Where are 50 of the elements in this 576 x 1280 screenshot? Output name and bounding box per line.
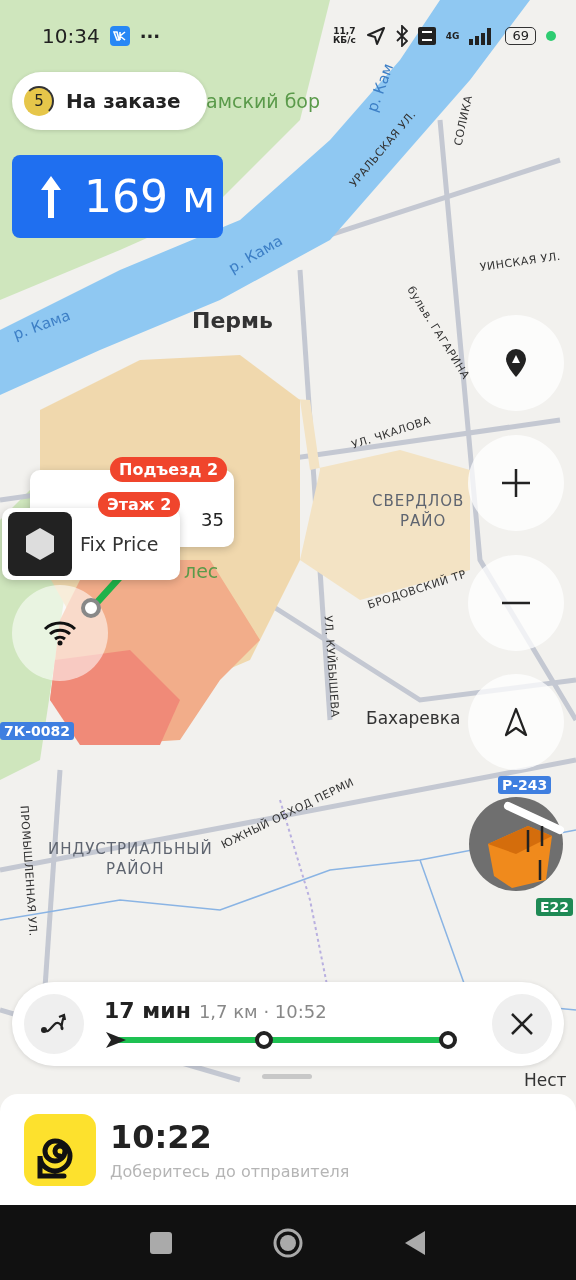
map-label: р. Кама	[226, 233, 286, 276]
map-label: Е22	[536, 898, 574, 916]
map-label: амский бор	[206, 92, 321, 111]
map-label: Пермь	[192, 310, 273, 332]
order-status-label: На заказе	[66, 89, 181, 113]
map-label: 7К-0082	[0, 722, 74, 740]
sheet-handle[interactable]	[262, 1074, 312, 1079]
more-notifications: ···	[139, 25, 161, 47]
map-label: Р-243	[498, 776, 552, 794]
close-icon	[510, 1012, 534, 1036]
minus-icon	[501, 601, 531, 605]
task-time: 10:22	[110, 1118, 213, 1156]
route-options-button[interactable]	[24, 994, 84, 1054]
bluetooth-icon	[395, 25, 408, 47]
map-label: СВЕРДЛОВ	[372, 494, 465, 509]
map-label: ПРОМЫШЛЕННАЯ УЛ.	[18, 805, 39, 937]
map-label: УЛ. КУЙБЫШЕВА	[322, 615, 341, 718]
maneuver-distance: 169 м	[84, 171, 216, 222]
entrance-tag: Этаж 2	[98, 492, 181, 517]
network-type: 4G	[445, 31, 460, 41]
recents-button[interactable]	[149, 1230, 174, 1255]
map-label: лес	[184, 562, 219, 581]
route-details: 1,7 км · 10:52	[198, 1000, 327, 1022]
map-pin-warning-icon	[503, 347, 529, 379]
status-time: 10:34	[42, 24, 100, 48]
close-button[interactable]	[492, 994, 552, 1054]
map-label: УИНСКАЯ УЛ.	[479, 250, 562, 273]
map-label: р. Кам	[364, 61, 397, 115]
status-dot-icon	[546, 31, 556, 41]
order-status-pill[interactable]: 5 На заказе	[12, 72, 207, 130]
wifi-icon	[43, 620, 77, 646]
plus-icon	[501, 468, 531, 498]
task-hint: Доберитесь до отправителя	[110, 1162, 350, 1181]
network-speed: 11,7 КБ/с	[332, 27, 356, 45]
route-start-icon	[80, 597, 102, 619]
battery-level: 69	[505, 27, 536, 45]
location-arrow-icon	[365, 26, 386, 46]
cube-logo-icon	[8, 512, 72, 576]
home-button[interactable]	[272, 1226, 304, 1259]
map-label: Бахаревка	[366, 710, 461, 727]
order-count: 5	[24, 86, 54, 116]
navigation-arrow-icon	[504, 707, 528, 737]
entrance-tag: Подъезд 2	[110, 457, 228, 482]
basket-avatar-icon[interactable]	[468, 796, 564, 892]
map-label: СОЛИКА	[452, 94, 474, 147]
map-label: Нест	[524, 1072, 567, 1089]
app-logo-icon	[24, 1113, 96, 1186]
route-duration: 17 мин	[104, 997, 191, 1023]
place-card-text: 35	[201, 508, 224, 530]
map-label: р. Кама	[11, 308, 73, 343]
